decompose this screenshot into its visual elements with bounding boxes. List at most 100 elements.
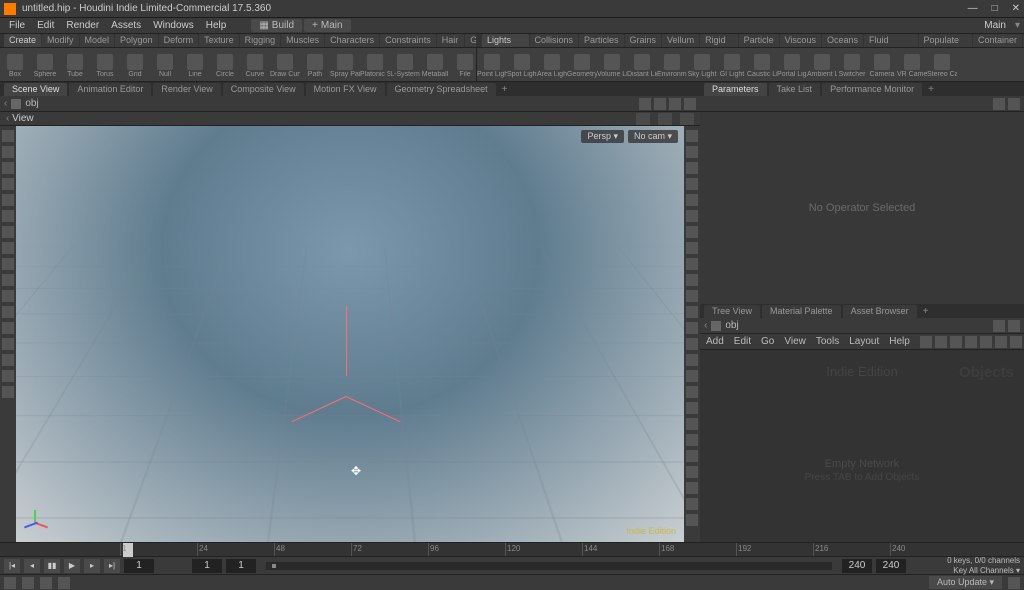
pin-icon[interactable] — [639, 98, 651, 110]
normal-icon[interactable] — [686, 258, 698, 270]
shelf-tool[interactable]: Draw Curve — [270, 52, 300, 78]
tab-asset-browser[interactable]: Asset Browser — [843, 305, 917, 318]
tab-composite-view[interactable]: Composite View — [223, 83, 304, 96]
shelf-tab[interactable]: Hair Utils — [437, 34, 465, 47]
net-menu-help[interactable]: Help — [889, 336, 910, 347]
d7[interactable] — [686, 514, 698, 526]
shelf-tab[interactable]: Particle Fluids — [739, 34, 779, 47]
net-menu-edit[interactable]: Edit — [734, 336, 751, 347]
net-menu-tools[interactable]: Tools — [816, 336, 839, 347]
tab-tree-view[interactable]: Tree View — [704, 305, 760, 318]
gear-icon[interactable] — [669, 98, 681, 110]
shelf-tab[interactable]: Model — [80, 34, 115, 47]
shelf-tool[interactable]: Area Light — [537, 52, 567, 78]
hull-icon[interactable] — [686, 322, 698, 334]
prim-icon[interactable] — [686, 306, 698, 318]
first-frame-button[interactable]: |◂ — [4, 559, 20, 573]
snap-icon[interactable] — [636, 113, 650, 125]
play-back-button[interactable]: ▮▮ — [44, 559, 60, 573]
tab-perf-monitor[interactable]: Performance Monitor — [822, 83, 922, 96]
template-icon[interactable] — [686, 194, 698, 206]
shelf-tab[interactable]: Vellum — [662, 34, 699, 47]
shelf-tool[interactable]: Torus — [90, 52, 120, 78]
shelf-tab[interactable]: Particles — [579, 34, 624, 47]
flag6-icon[interactable] — [1010, 336, 1022, 348]
desktop-main[interactable]: +Main — [304, 19, 351, 32]
play-button[interactable]: ▶ — [64, 559, 80, 573]
keyall-dropdown[interactable]: Key All Channels ▾ — [953, 566, 1020, 575]
shelf-tool[interactable]: File — [450, 52, 476, 78]
shelf-tool[interactable]: Point Light — [477, 52, 507, 78]
maximize-button[interactable]: □ — [992, 3, 998, 14]
network-path[interactable]: obj — [725, 320, 738, 331]
shelf-tool[interactable]: GI Light — [717, 52, 747, 78]
menu-render[interactable]: Render — [61, 20, 104, 31]
magnet-icon[interactable] — [2, 258, 14, 270]
viewport-3d[interactable]: ✥ Persp ▾ No cam ▾ Indie Edition — [16, 126, 684, 542]
shelf-tab[interactable]: Deform — [159, 34, 199, 47]
gear-icon[interactable] — [1008, 320, 1020, 332]
desktop-build[interactable]: ▦Build — [251, 19, 302, 32]
last-frame-button[interactable]: ▸| — [104, 559, 120, 573]
pin-icon[interactable] — [993, 98, 1005, 110]
flip-icon[interactable] — [2, 338, 14, 350]
shelf-tab[interactable]: Fluid Containers — [864, 34, 918, 47]
shelf-tab[interactable]: Lights and Cameras — [482, 34, 529, 47]
shelf-tool[interactable]: Distant Light — [627, 52, 657, 78]
shelf-tool[interactable]: Environment Light — [657, 52, 687, 78]
shelf-tool[interactable]: Portal Light — [777, 52, 807, 78]
range-end2-input[interactable] — [876, 559, 906, 573]
ghost2-icon[interactable] — [686, 178, 698, 190]
handle-icon[interactable] — [2, 210, 14, 222]
d4[interactable] — [686, 466, 698, 478]
light-icon[interactable] — [686, 242, 698, 254]
net-menu-go[interactable]: Go — [761, 336, 774, 347]
grid2-icon[interactable] — [686, 354, 698, 366]
minimize-button[interactable]: — — [968, 3, 978, 14]
eye-icon[interactable] — [2, 370, 14, 382]
shelf-tool[interactable]: Ambient Light — [807, 52, 837, 78]
shelf-tool[interactable]: Stereo Camera — [927, 52, 957, 78]
menu-windows[interactable]: Windows — [148, 20, 199, 31]
menu-assets[interactable]: Assets — [106, 20, 146, 31]
range-end1-input[interactable] — [842, 559, 872, 573]
flag1-icon[interactable] — [935, 336, 947, 348]
ortho-icon[interactable] — [2, 322, 14, 334]
link-icon[interactable] — [654, 98, 666, 110]
construct-icon[interactable] — [2, 274, 14, 286]
d3[interactable] — [686, 450, 698, 462]
shelf-tab[interactable]: Guide Process — [465, 34, 476, 47]
disp-icon[interactable] — [686, 130, 698, 142]
perf-icon[interactable] — [58, 577, 70, 589]
shelf-tool[interactable]: Curve — [240, 52, 270, 78]
pin-icon[interactable] — [993, 320, 1005, 332]
shelf-tab[interactable]: Grains — [625, 34, 662, 47]
shelf-tab[interactable]: Collisions — [530, 34, 579, 47]
range-cur-input[interactable] — [226, 559, 256, 573]
help-icon[interactable] — [4, 577, 16, 589]
tab-parameters[interactable]: Parameters — [704, 83, 767, 96]
timeline[interactable]: 124487296120144168192216240 — [0, 542, 1024, 556]
cook-icon[interactable] — [1008, 577, 1020, 589]
range-start-input[interactable] — [192, 559, 222, 573]
add-tab-button[interactable]: + — [924, 84, 938, 95]
translate-icon[interactable] — [2, 162, 14, 174]
frame-current-input[interactable] — [124, 559, 154, 573]
cam2-icon[interactable] — [686, 386, 698, 398]
shelf-tab[interactable]: Constraints — [380, 34, 436, 47]
tab-take-list[interactable]: Take List — [769, 83, 821, 96]
shelf-tab[interactable]: Rigging — [240, 34, 281, 47]
bbox-icon[interactable] — [686, 338, 698, 350]
xray-icon[interactable] — [686, 226, 698, 238]
gear-icon[interactable] — [1008, 98, 1020, 110]
shelf-tab[interactable]: Oceans — [822, 34, 863, 47]
flag5-icon[interactable] — [995, 336, 1007, 348]
d5[interactable] — [686, 482, 698, 494]
menu-file[interactable]: File — [4, 20, 30, 31]
shelf-tool[interactable]: Path — [300, 52, 330, 78]
ref-icon[interactable] — [2, 290, 14, 302]
shelf-tool[interactable]: VR Camera — [897, 52, 927, 78]
ghost-icon[interactable] — [2, 306, 14, 318]
add-tab-button[interactable]: + — [919, 306, 933, 317]
lock-icon[interactable] — [2, 354, 14, 366]
